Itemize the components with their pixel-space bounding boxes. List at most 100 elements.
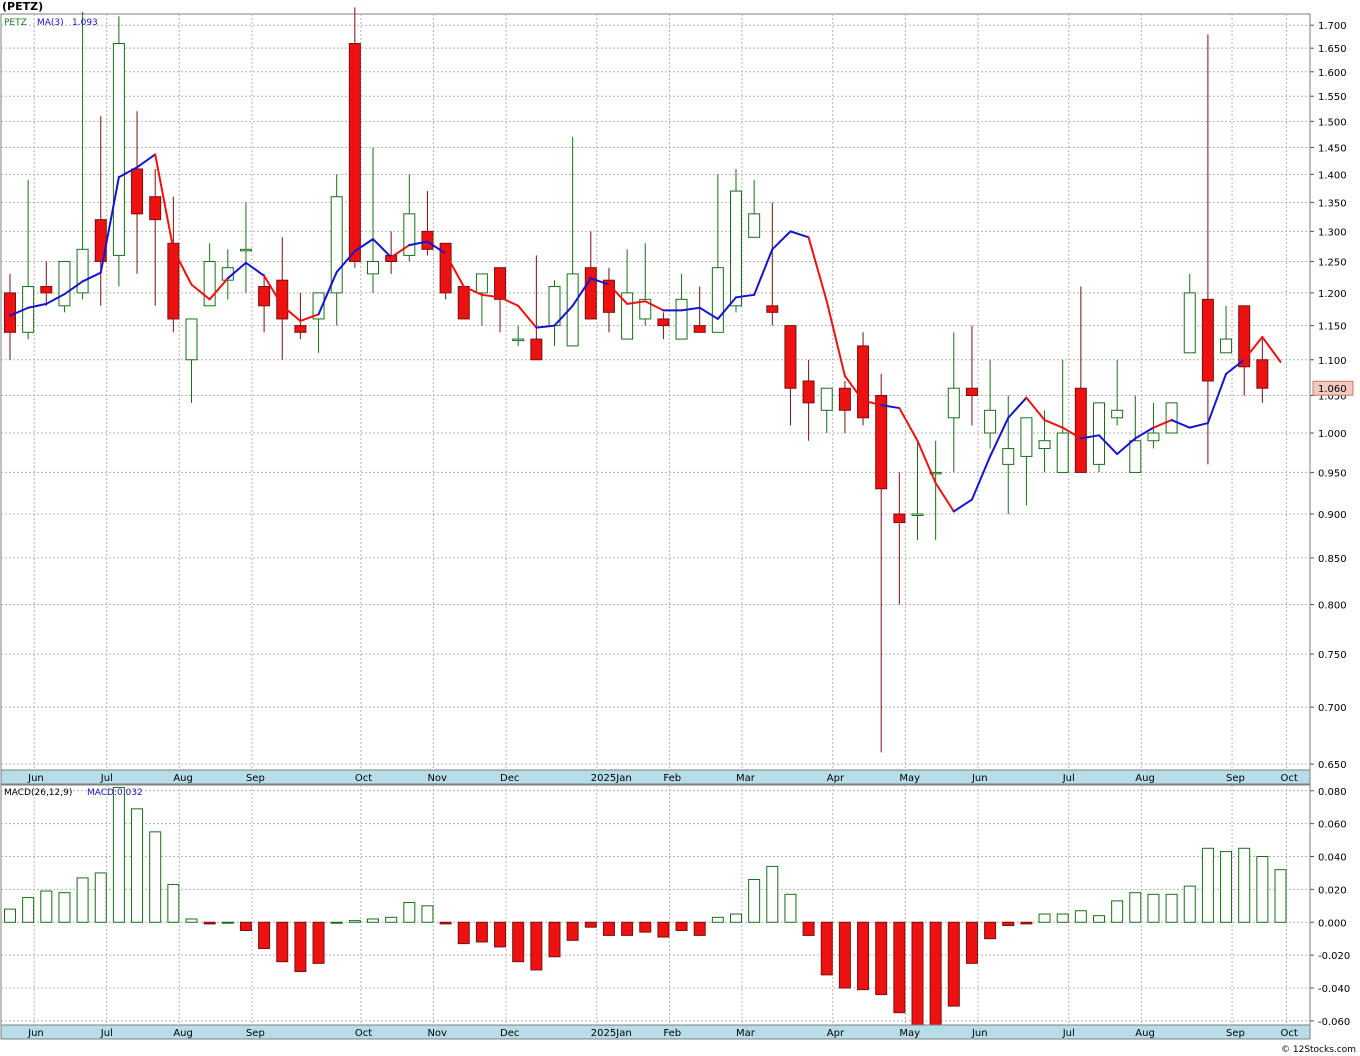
candle <box>348 7 361 268</box>
candle-body <box>1256 359 1269 389</box>
candle-body <box>584 267 597 320</box>
candle-body <box>820 387 833 411</box>
macd-bar <box>457 921 470 945</box>
price-tick-label: 1.200 <box>1318 289 1347 300</box>
macd-bar <box>276 921 289 963</box>
macd-bar <box>294 921 307 973</box>
macd-bar <box>1238 847 1251 923</box>
macd-bar <box>112 786 125 923</box>
macd-bar <box>512 921 525 963</box>
macd-tick-label: -0.040 <box>1318 984 1350 995</box>
credit-text: © 12Stocks.com <box>1281 1045 1356 1055</box>
price-tick-label: 1.350 <box>1318 198 1347 209</box>
price-tick-label: 1.100 <box>1318 356 1347 367</box>
month-label: Jul <box>100 1028 113 1039</box>
candle-body <box>893 513 906 524</box>
macd-bar <box>838 921 851 989</box>
macd-tick-label: 0.060 <box>1318 820 1347 831</box>
price-tick-label: 1.000 <box>1318 429 1347 440</box>
legend-ma-value: 1.093 <box>72 18 98 28</box>
macd-bar <box>1074 910 1087 923</box>
candle-body <box>1238 305 1251 368</box>
macd-bar <box>602 921 615 936</box>
candle-body <box>494 267 507 300</box>
macd-bar <box>4 908 16 923</box>
macd-bar <box>348 920 361 923</box>
macd-bar <box>421 905 434 923</box>
candle-body <box>766 305 779 313</box>
macd-panel: -0.060 -0.040 -0.020 0.000 0.020 0.040 0.060 0.… <box>0 784 1350 1028</box>
candle-body <box>1093 402 1105 465</box>
candle <box>1165 402 1178 434</box>
candle-body <box>149 196 162 221</box>
macd-tick-label: 0.080 <box>1318 787 1347 798</box>
month-label: Sep <box>1226 773 1245 784</box>
month-label: Jun <box>971 773 988 784</box>
last-price-badge: 1.060 <box>1312 380 1354 396</box>
candle-body <box>748 213 761 238</box>
month-label: Oct <box>1281 1028 1298 1039</box>
month-label: Feb <box>663 1028 681 1039</box>
macd-bar <box>1147 893 1160 923</box>
candle-body <box>657 318 670 327</box>
month-label: May <box>899 773 920 784</box>
macd-bar <box>675 921 688 931</box>
macd-bar <box>203 921 216 925</box>
candle-body <box>58 261 71 307</box>
macd-bar <box>185 918 198 923</box>
candle-body <box>403 213 416 256</box>
macd-bar <box>149 831 162 923</box>
candle-body <box>112 43 125 256</box>
macd-bar <box>239 921 252 931</box>
price-tick-label: 1.650 <box>1318 44 1347 55</box>
macd-bar <box>1002 921 1015 927</box>
candle-body <box>1074 387 1087 473</box>
macd-bar <box>1220 851 1233 923</box>
price-tick-label: 1.700 <box>1318 21 1347 32</box>
macd-bar <box>1038 913 1051 923</box>
month-label: Nov <box>427 773 447 784</box>
month-label: Nov <box>427 1028 447 1039</box>
month-label: Aug <box>1135 773 1155 784</box>
price-tick-label: 1.400 <box>1318 170 1347 181</box>
macd-bar <box>1111 900 1124 923</box>
macd-bar <box>76 877 89 923</box>
month-axis-bottom: Jun Jul Aug Sep Oct Nov Dec 2025Jan Feb Mar Apr May… <box>0 1024 1311 1040</box>
month-label: Aug <box>173 1028 193 1039</box>
candle-body <box>1111 409 1124 419</box>
macd-legend-name: MACD(26,12,9) <box>4 788 72 798</box>
candle-body <box>1147 432 1160 442</box>
candle-body <box>421 230 434 250</box>
last-price-label: 1.060 <box>1318 384 1347 395</box>
month-label: Oct <box>355 773 372 784</box>
macd-bar <box>748 879 761 923</box>
month-axis-top: Jun Jul Aug Sep Oct Nov Dec 2025Jan Feb Mar Apr May… <box>0 769 1311 785</box>
month-label: 2025Jan <box>591 773 632 784</box>
macd-bar <box>530 921 543 971</box>
macd-bar <box>1129 892 1142 923</box>
month-label: Apr <box>827 773 845 784</box>
macd-tick-label: -0.020 <box>1318 951 1350 962</box>
candle-body <box>1129 440 1142 473</box>
price-panel: 0.650 0.700 0.750 0.800 0.850 0.900 0.950 1.000… <box>0 7 1354 771</box>
macd-bar <box>1165 893 1178 923</box>
price-tick-label: 0.650 <box>1318 760 1347 771</box>
month-label: Mar <box>736 773 756 784</box>
month-label: Aug <box>1135 1028 1155 1039</box>
macd-bar <box>893 921 906 1014</box>
macd-bar <box>730 913 742 923</box>
candle-body <box>947 387 960 419</box>
price-tick-label: 0.850 <box>1318 554 1347 565</box>
macd-bar <box>875 921 888 996</box>
macd-bar <box>802 921 815 936</box>
candle-body <box>185 318 198 361</box>
macd-tick-label: 0.000 <box>1318 918 1347 929</box>
candle-body <box>1002 448 1015 465</box>
price-tick-label: 1.500 <box>1318 117 1347 128</box>
price-legend: PETZ MA(3) 1.093 <box>4 18 98 28</box>
candle-body <box>548 286 561 327</box>
month-label: Feb <box>663 773 681 784</box>
candle-body <box>711 267 724 333</box>
candle-body <box>1038 440 1051 450</box>
price-tick-label: 1.250 <box>1318 258 1347 269</box>
